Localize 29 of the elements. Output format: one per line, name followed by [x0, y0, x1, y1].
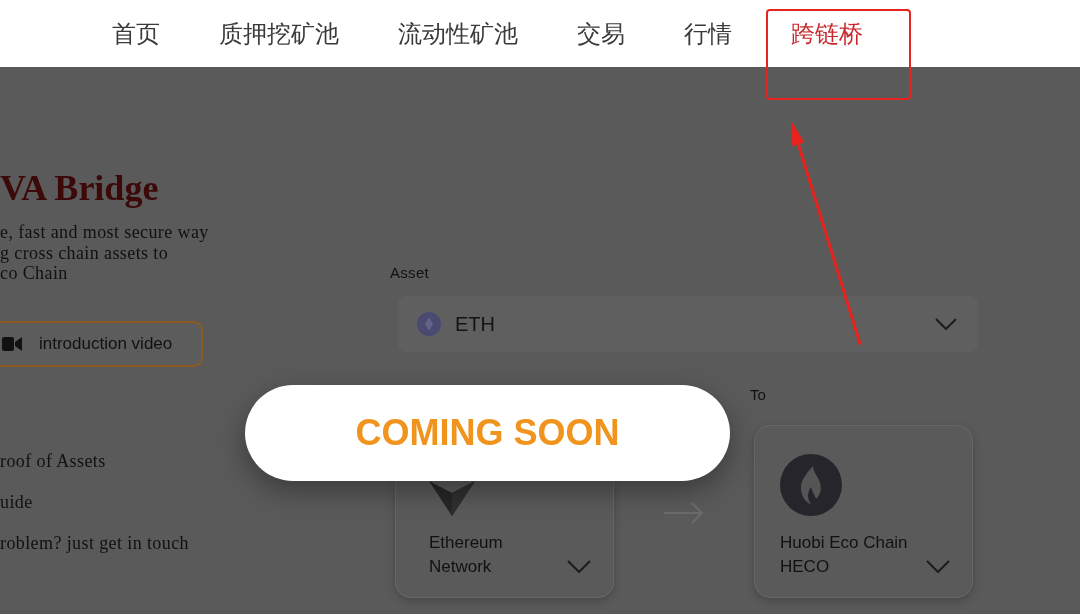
chevron-down-icon [926, 560, 950, 573]
asset-select[interactable]: ETH [398, 296, 978, 352]
nav-link[interactable]: 行情 [684, 20, 732, 47]
nav-link[interactable]: 交易 [577, 20, 625, 47]
network-card[interactable]: Huobi Eco Chain HECO [754, 425, 973, 598]
side-link[interactable]: uide [0, 491, 33, 512]
network-name: Huobi Eco Chain [780, 532, 908, 554]
side-link[interactable]: roof of Assets [0, 450, 106, 471]
chevron-down-icon [935, 318, 957, 330]
nav-link[interactable]: 首页 [112, 20, 160, 47]
video-camera-icon [2, 335, 22, 352]
coming-soon-text: COMING SOON [355, 412, 620, 454]
introduction-video-button[interactable]: introduction video [0, 320, 203, 367]
nav-link[interactable]: 质押挖矿池 [219, 20, 339, 47]
right-arrow-icon [664, 501, 704, 524]
bridge-description: e, fast and most secure way g cross chain assets to co Chain [0, 222, 209, 284]
nav-link[interactable]: 流动性矿池 [398, 20, 518, 47]
network-name: Ethereum Network [429, 532, 504, 578]
nav-link[interactable]: 跨链桥 [791, 20, 863, 47]
diamond-icon [429, 481, 475, 516]
bridge-title: VA Bridge [0, 170, 159, 206]
network-card[interactable]: Ethereum Network [395, 481, 614, 598]
to-label: To [750, 387, 766, 403]
side-link[interactable]: roblem? just get in touch [0, 532, 189, 553]
flame-icon [780, 454, 842, 516]
asset-label: Asset [390, 265, 429, 281]
chevron-down-icon [567, 560, 591, 573]
network-code: HECO [780, 556, 830, 578]
coin-icon [417, 312, 441, 336]
